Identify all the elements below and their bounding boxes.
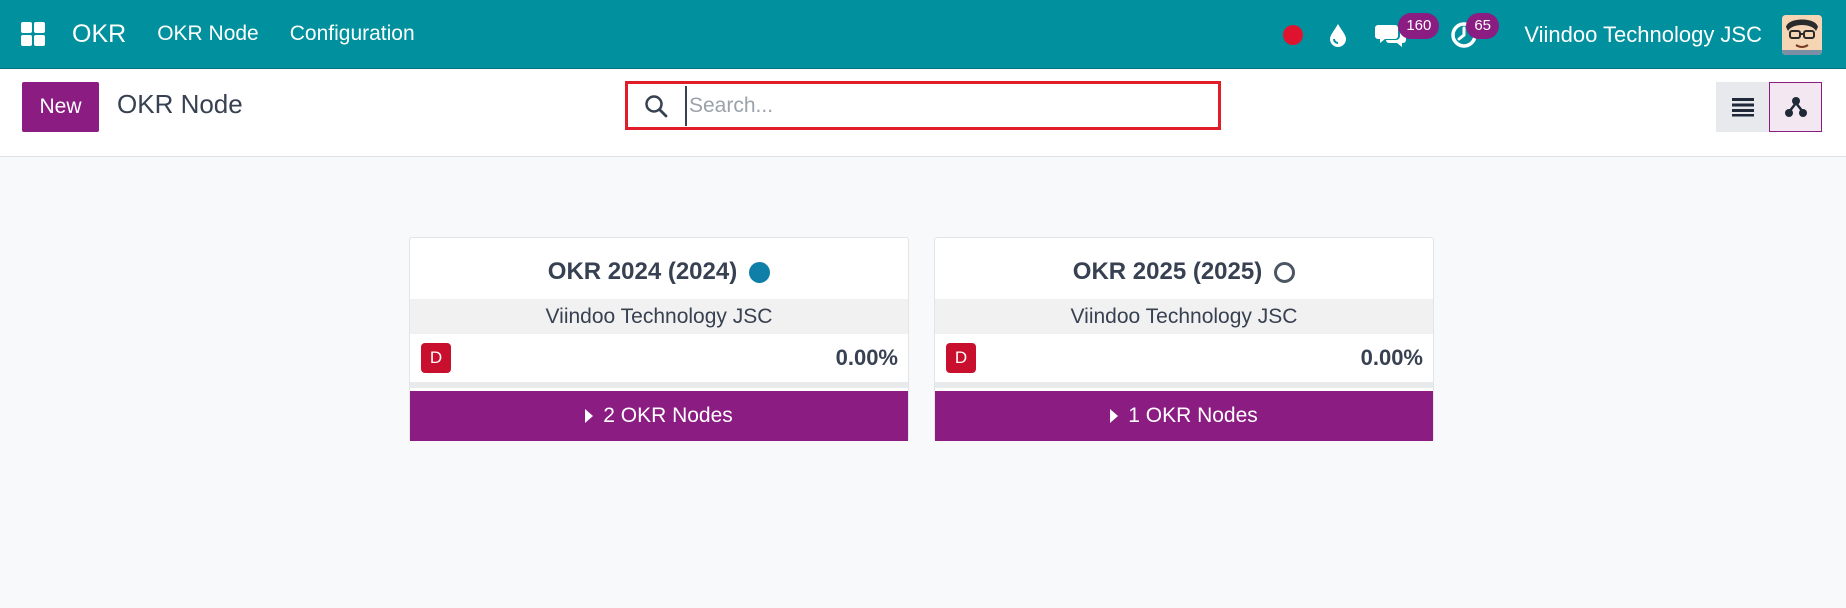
card-divider bbox=[410, 382, 908, 388]
activities-button[interactable]: 65 bbox=[1440, 0, 1502, 69]
card-divider bbox=[935, 382, 1433, 388]
user-avatar[interactable] bbox=[1782, 14, 1822, 55]
apps-menu-icon[interactable] bbox=[16, 17, 50, 51]
status-filled-icon bbox=[749, 261, 771, 283]
card-company: Viindoo Technology JSC bbox=[410, 299, 908, 334]
messages-badge: 160 bbox=[1398, 13, 1440, 39]
messages-button[interactable]: 160 bbox=[1360, 0, 1440, 69]
new-button[interactable]: New bbox=[22, 82, 99, 132]
card-title-text: OKR 2025 (2025) bbox=[1072, 258, 1263, 285]
systray: 160 65 Viindoo Technology JSC bbox=[1270, 0, 1846, 69]
record-dot-icon bbox=[1283, 24, 1304, 45]
children-label: 1 OKR Nodes bbox=[1128, 404, 1258, 427]
status-empty-icon bbox=[1274, 261, 1296, 283]
theme-button[interactable] bbox=[1316, 0, 1360, 69]
search-input[interactable] bbox=[685, 85, 1218, 126]
owner-avatar[interactable]: D bbox=[421, 343, 451, 373]
expand-children-button[interactable]: 1 OKR Nodes bbox=[935, 391, 1433, 441]
drop-icon bbox=[1330, 23, 1347, 47]
card-progress-row: D 0.00% bbox=[935, 334, 1433, 382]
owner-avatar[interactable]: D bbox=[946, 343, 976, 373]
record-button[interactable] bbox=[1270, 0, 1316, 69]
okr-node-card[interactable]: OKR 2025 (2025) Viindoo Technology JSC D… bbox=[934, 237, 1434, 441]
progress-value: 0.00% bbox=[1360, 345, 1423, 370]
card-company: Viindoo Technology JSC bbox=[935, 299, 1433, 334]
expand-children-button[interactable]: 2 OKR Nodes bbox=[410, 391, 908, 441]
activities-badge: 65 bbox=[1466, 13, 1499, 39]
page-title: OKR Node bbox=[117, 89, 243, 119]
search-icon bbox=[641, 91, 671, 121]
progress-value: 0.00% bbox=[835, 345, 898, 370]
card-progress-row: D 0.00% bbox=[410, 334, 908, 382]
menu-configuration[interactable]: Configuration bbox=[290, 22, 415, 46]
company-switcher[interactable]: Viindoo Technology JSC bbox=[1524, 22, 1762, 48]
okr-node-card[interactable]: OKR 2024 (2024) Viindoo Technology JSC D… bbox=[409, 237, 909, 441]
list-icon bbox=[1731, 98, 1754, 117]
caret-right-icon bbox=[585, 409, 594, 423]
view-switcher bbox=[1716, 82, 1822, 132]
hierarchy-icon bbox=[1784, 97, 1807, 117]
children-label: 2 OKR Nodes bbox=[603, 404, 733, 427]
card-title: OKR 2024 (2024) bbox=[410, 252, 908, 292]
card-title-text: OKR 2024 (2024) bbox=[547, 258, 738, 285]
caret-right-icon bbox=[1110, 409, 1119, 423]
search-box[interactable] bbox=[625, 81, 1221, 130]
menu-okr-node[interactable]: OKR Node bbox=[157, 22, 259, 46]
app-brand[interactable]: OKR bbox=[72, 20, 126, 49]
card-title: OKR 2025 (2025) bbox=[935, 252, 1433, 292]
list-view-button[interactable] bbox=[1716, 82, 1769, 132]
top-navbar: OKR OKR Node Configuration 160 65 Viindo… bbox=[0, 0, 1846, 69]
control-panel: New OKR Node bbox=[0, 69, 1846, 157]
hierarchy-view-button[interactable] bbox=[1769, 82, 1822, 132]
